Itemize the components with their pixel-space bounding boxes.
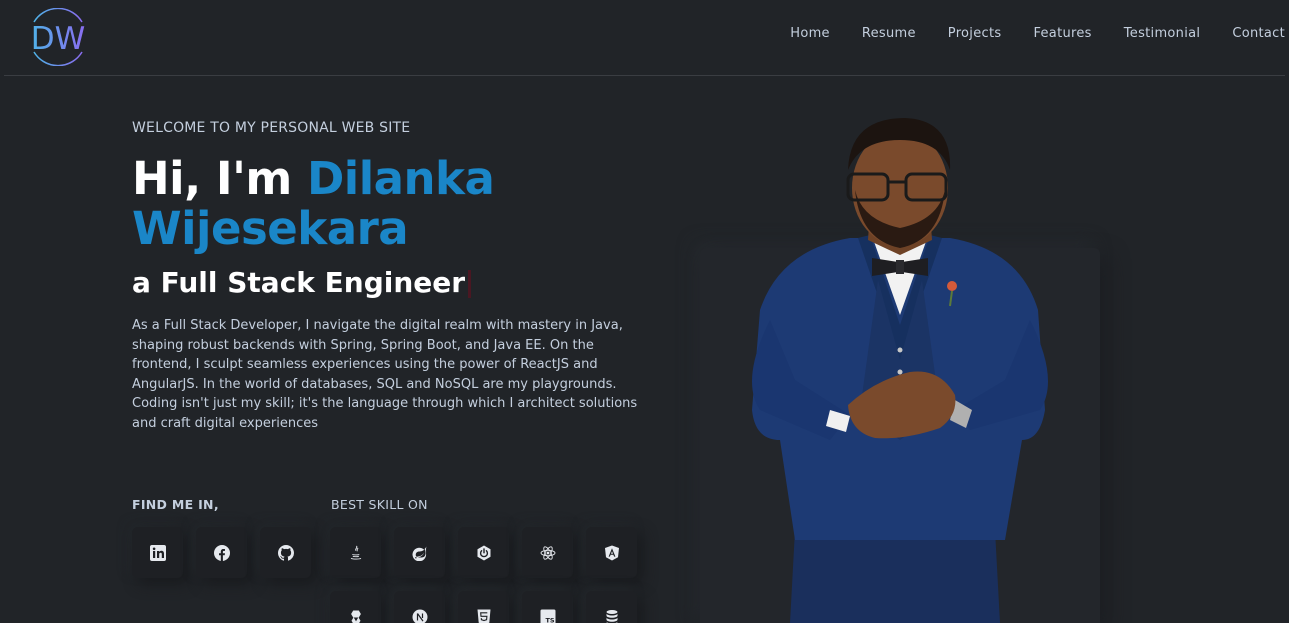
- skill-angular[interactable]: [586, 527, 637, 578]
- welcome-text: WELCOME TO MY PERSONAL WEB SITE: [132, 120, 411, 136]
- skill-spring[interactable]: [394, 527, 445, 578]
- profile-photo: [700, 110, 1100, 623]
- hero-heading: Hi, I'm Dilanka Wijesekara: [132, 154, 632, 254]
- person-illustration: [752, 118, 1048, 623]
- bio-paragraph: As a Full Stack Developer, I navigate th…: [132, 318, 638, 431]
- logo-text: DW: [31, 21, 86, 57]
- last-name: Wijesekara: [132, 202, 409, 255]
- github-button[interactable]: [260, 527, 311, 578]
- skill-html5[interactable]: [458, 591, 509, 623]
- angular-icon: [604, 545, 619, 560]
- svg-text:TS: TS: [545, 616, 554, 623]
- skill-hibernate[interactable]: [330, 591, 381, 623]
- html5-icon: [477, 609, 490, 623]
- linkedin-icon: [149, 544, 166, 561]
- logo-mark: DW: [31, 8, 86, 66]
- nextjs-icon: [412, 609, 427, 623]
- typescript-icon: TS: [540, 609, 555, 623]
- main-nav: Home Resume Projects Features Testimonia…: [758, 26, 1285, 41]
- github-icon: [277, 544, 294, 561]
- logo[interactable]: DW: [22, 8, 94, 66]
- nav-projects[interactable]: Projects: [948, 26, 1002, 41]
- linkedin-button[interactable]: [132, 527, 183, 578]
- skill-database[interactable]: [586, 591, 637, 623]
- skill-typescript[interactable]: TS: [522, 591, 573, 623]
- first-name: Dilanka: [306, 152, 495, 205]
- skill-react[interactable]: [522, 527, 573, 578]
- facebook-button[interactable]: [196, 527, 247, 578]
- role-text: a Full Stack Engineer: [132, 266, 466, 299]
- react-icon: [540, 545, 555, 560]
- nav-contact[interactable]: Contact: [1232, 26, 1285, 41]
- nav-resume[interactable]: Resume: [862, 26, 916, 41]
- best-skill-label: BEST SKILL ON: [331, 497, 428, 512]
- nav-features[interactable]: Features: [1033, 26, 1091, 41]
- greeting: Hi, I'm: [132, 152, 292, 205]
- site-header: DW Home Resume Projects Features Testimo…: [4, 0, 1285, 76]
- hibernate-icon: [350, 610, 361, 623]
- nav-home[interactable]: Home: [790, 26, 830, 41]
- skill-nextjs[interactable]: [394, 591, 445, 623]
- spring-boot-icon: [477, 545, 490, 560]
- typing-cursor: [468, 270, 472, 298]
- skill-spring-boot[interactable]: [458, 527, 509, 578]
- java-icon: [350, 545, 361, 560]
- page: DW Home Resume Projects Features Testimo…: [0, 0, 1289, 623]
- skill-java[interactable]: [330, 527, 381, 578]
- nav-testimonial[interactable]: Testimonial: [1124, 26, 1201, 41]
- spring-icon: [412, 546, 426, 561]
- database-icon: [606, 609, 617, 623]
- role-typewriter: a Full Stack Engineer: [132, 266, 472, 299]
- facebook-icon: [213, 544, 230, 561]
- find-me-label: FIND ME IN,: [132, 497, 219, 512]
